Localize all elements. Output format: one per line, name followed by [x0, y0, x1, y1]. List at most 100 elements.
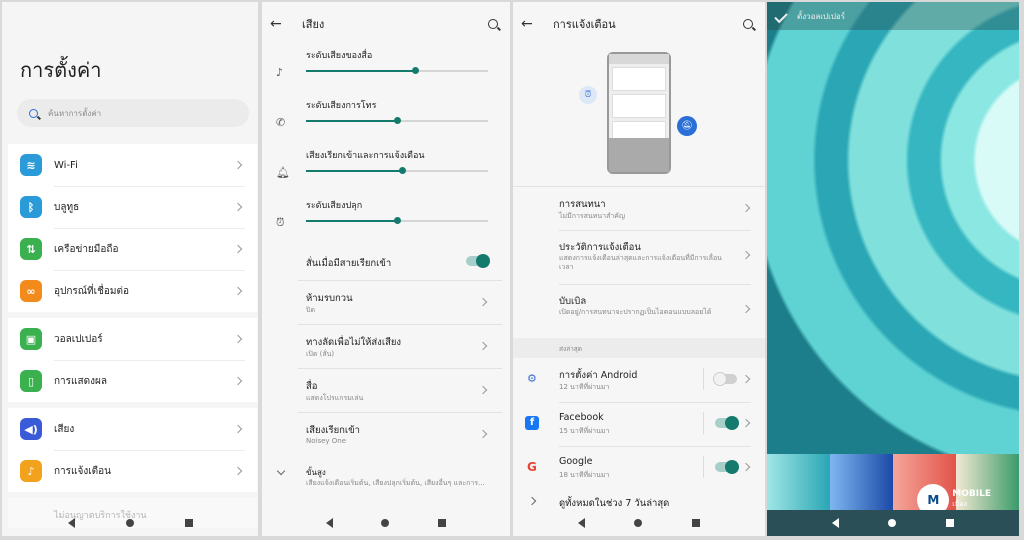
volume-slider[interactable]	[306, 67, 488, 74]
chevron-right-icon	[233, 202, 243, 212]
volume-slider[interactable]	[306, 117, 488, 124]
nav-home-button[interactable]	[634, 519, 643, 527]
vibrate-toggle[interactable]	[466, 254, 490, 268]
link-icon: ∞	[20, 280, 42, 302]
chevron-right-icon	[741, 418, 751, 428]
chevron-right-icon	[478, 385, 488, 395]
slider-call-volume: ✆ ระดับเสียงการโทร	[262, 98, 510, 148]
chevron-right-icon	[741, 374, 751, 384]
row-app-google[interactable]: G Google 18 นาทีที่ผ่านมา	[513, 446, 765, 490]
app-bar: ← เสียง	[262, 2, 510, 46]
settings-item-bluetooth[interactable]: ᛒ บลูทูธ	[8, 186, 257, 228]
app-toggle[interactable]	[713, 372, 737, 386]
nav-back-button[interactable]	[831, 518, 839, 528]
app-toggle[interactable]	[715, 416, 739, 430]
settings-item-mobile-network[interactable]: ⇅ เครือข่ายมือถือ	[8, 228, 257, 270]
nav-bar	[2, 510, 258, 536]
chevron-right-icon	[741, 203, 751, 213]
row-advanced[interactable]: ขั้นสูง เสียงแจ้งเตือนเริ่มต้น, เสียงปลุ…	[298, 456, 502, 500]
notifications-panel: ← การแจ้งเตือน ⏰︎ 🔕︎ การสนทนา ไม่มีการสน…	[513, 2, 765, 536]
chevron-right-icon	[233, 160, 243, 170]
wallpaper-thumbnail[interactable]	[830, 454, 893, 510]
chevron-right-icon	[478, 429, 488, 439]
notification-illustration	[607, 52, 671, 174]
wifi-icon: ≋	[20, 154, 42, 176]
chevron-right-icon	[233, 466, 243, 476]
back-arrow-icon[interactable]: ←	[521, 16, 539, 32]
row-see-all[interactable]: ดูทั้งหมดในช่วง 7 วันล่าสุด	[513, 490, 765, 512]
gear-icon: ⚙	[527, 372, 537, 385]
display-icon: ▯	[20, 370, 42, 392]
app-bar: ← การแจ้งเตือน	[513, 2, 765, 46]
settings-item-display[interactable]: ▯ การแสดงผล	[8, 360, 257, 402]
nav-back-button[interactable]	[67, 518, 75, 528]
chevron-right-icon	[741, 462, 751, 472]
app-toggle[interactable]	[715, 460, 739, 474]
slider-media-volume: ♪ ระดับเสียงของสื่อ	[262, 48, 510, 98]
page-title: การแจ้งเตือน	[553, 18, 616, 31]
nav-recents-button[interactable]	[946, 519, 955, 527]
nav-bar	[767, 510, 1019, 536]
row-media[interactable]: สื่อ แสดงโปรแกรมเล่น	[298, 368, 502, 412]
chevron-right-icon	[741, 304, 751, 314]
music-note-icon: ♪	[276, 66, 284, 79]
chevron-right-icon	[233, 424, 243, 434]
chevron-right-icon	[233, 286, 243, 296]
search-input[interactable]: ค้นหาการตั้งค่า	[17, 99, 249, 127]
vibrate-row[interactable]: สั่นเมื่อมีสายเรียกเข้า	[298, 242, 502, 280]
nav-recents-button[interactable]	[184, 519, 193, 527]
chevron-down-icon	[276, 466, 286, 476]
row-mute-shortcut[interactable]: ทางลัดเพื่อไม่ให้ส่งเสียง เปิด (สั่น)	[298, 324, 502, 368]
settings-group-connectivity: ≋ Wi-Fi ᛒ บลูทูธ ⇅ เครือข่ายมือถือ ∞ อุปกรณ์…	[8, 144, 257, 312]
nav-recents-button[interactable]	[437, 519, 446, 527]
row-app-facebook[interactable]: f Facebook 15 นาทีที่ผ่านมา	[513, 402, 765, 446]
nav-home-button[interactable]	[381, 519, 390, 527]
settings-item-wallpaper[interactable]: ▣ วอลเปเปอร์	[8, 318, 257, 360]
chevron-right-icon	[233, 334, 243, 344]
search-placeholder: ค้นหาการตั้งค่า	[48, 108, 102, 118]
chevron-right-icon	[478, 341, 488, 351]
volume-slider[interactable]	[306, 167, 488, 174]
notification-icon: ♪	[20, 460, 42, 482]
chevron-right-icon	[527, 496, 537, 506]
row-bubbles[interactable]: บับเบิล เปิดอยู่/การสนทนาจะปรากฏเป็นไอคอ…	[513, 284, 765, 338]
nav-bar	[262, 510, 510, 536]
nav-recents-button[interactable]	[692, 519, 701, 527]
slider-ring-volume: 🔔︎ เสียงเรียกเข้าและการแจ้งเตือน	[262, 148, 510, 198]
search-icon[interactable]	[488, 19, 498, 29]
settings-group-display: ▣ วอลเปเปอร์ ▯ การแสดงผล	[8, 318, 257, 402]
nav-back-button[interactable]	[577, 518, 585, 528]
row-conversations[interactable]: การสนทนา ไม่มีการสนทนาสำคัญ	[513, 186, 765, 230]
wallpaper-icon: ▣	[20, 328, 42, 350]
google-icon: G	[527, 460, 537, 474]
nav-back-button[interactable]	[326, 518, 334, 528]
row-do-not-disturb[interactable]: ห้ามรบกวน ปิด	[298, 280, 502, 324]
back-arrow-icon[interactable]: ←	[270, 16, 288, 32]
volume-slider[interactable]	[306, 217, 488, 224]
section-header: ส่งล่าสุด	[513, 338, 765, 358]
slider-alarm-volume: ⏰︎ ระดับเสียงปลุก	[262, 198, 510, 248]
row-notification-history[interactable]: ประวัติการแจ้งเตือน แสดงการแจ้งเตือนล่าส…	[513, 230, 765, 284]
wallpaper-panel: ตั้งวอลเปเปอร์ M MOBILE เมือง	[767, 2, 1019, 536]
bluetooth-icon: ᛒ	[20, 196, 42, 218]
nav-bar	[513, 510, 765, 536]
mobile-network-icon: ⇅	[20, 238, 42, 260]
nav-home-button[interactable]	[888, 519, 897, 527]
sound-icon: ◀)	[20, 418, 42, 440]
settings-item-sound[interactable]: ◀) เสียง	[8, 408, 257, 450]
page-title: เสียง	[302, 18, 325, 31]
chevron-right-icon	[233, 376, 243, 386]
alarm-icon: ⏰︎	[276, 216, 285, 229]
wallpaper-thumbnail[interactable]	[767, 454, 830, 510]
row-ringtone[interactable]: เสียงเรียกเข้า Noisey One	[298, 412, 502, 456]
nav-home-button[interactable]	[125, 519, 134, 527]
settings-item-notifications[interactable]: ♪ การแจ้งเตือน	[8, 450, 257, 492]
search-icon[interactable]	[743, 19, 753, 29]
row-app-android-settings[interactable]: ⚙ การตั้งค่า Android 12 นาทีที่ผ่านมา	[513, 358, 765, 402]
settings-item-connected-devices[interactable]: ∞ อุปกรณ์ที่เชื่อมต่อ	[8, 270, 257, 312]
search-icon	[29, 108, 38, 118]
settings-item-wifi[interactable]: ≋ Wi-Fi	[8, 144, 257, 186]
check-icon[interactable]	[774, 9, 788, 23]
wallpaper-header: ตั้งวอลเปเปอร์	[767, 2, 1019, 30]
chevron-right-icon	[233, 244, 243, 254]
